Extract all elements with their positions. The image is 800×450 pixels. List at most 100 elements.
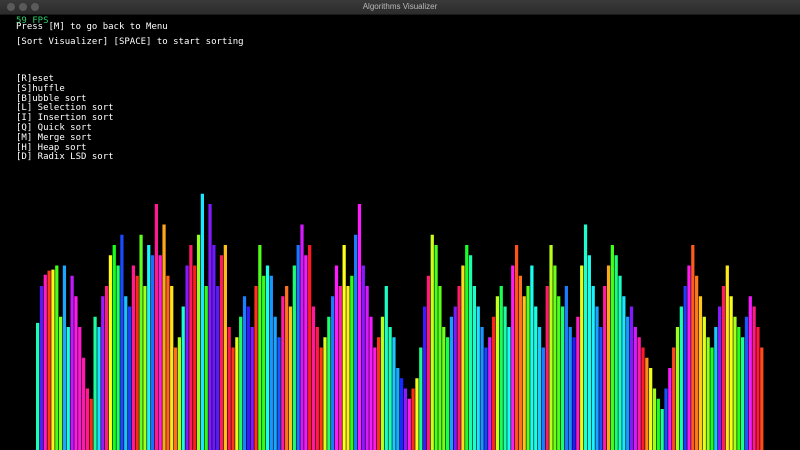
array-bar [457, 286, 461, 450]
array-bar [756, 327, 760, 450]
array-bar [380, 316, 385, 450]
array-bar [273, 316, 277, 450]
array-bar [216, 286, 220, 450]
array-bar [258, 245, 262, 450]
array-bar [354, 234, 358, 450]
array-bar [235, 337, 239, 450]
array-bar [285, 286, 289, 450]
array-bar [342, 245, 346, 450]
array-bar [656, 398, 660, 450]
array-bar [200, 193, 204, 450]
array-bar [323, 337, 327, 450]
array-bar [277, 337, 281, 450]
array-bar [296, 245, 300, 450]
array-bar [262, 275, 266, 450]
array-bar [39, 286, 44, 450]
array-bar [147, 245, 151, 450]
array-bar [242, 296, 247, 450]
array-bar [718, 306, 722, 450]
array-bar [407, 398, 411, 450]
array-bar [476, 306, 480, 450]
array-bar [377, 337, 381, 450]
array-bar [557, 296, 561, 450]
array-bar [227, 327, 231, 450]
array-bar [127, 306, 132, 450]
array-bar [591, 286, 595, 450]
array-bar [403, 388, 408, 450]
array-bar [683, 286, 687, 450]
array-bar [687, 265, 691, 450]
array-bar [246, 306, 250, 450]
array-bar [51, 269, 55, 450]
array-bar [36, 322, 40, 450]
array-bar [522, 296, 526, 450]
array-bar [411, 388, 415, 450]
array-bar [89, 398, 93, 450]
shortcut-list: [R]eset [S]huffle [B]ubble sort [L] Sele… [16, 74, 114, 163]
array-bar [748, 296, 752, 450]
array-bar [610, 245, 614, 450]
array-bar [311, 306, 316, 450]
array-bar [66, 327, 70, 450]
array-bar [760, 347, 764, 450]
array-bar [361, 265, 365, 450]
array-bar [388, 327, 392, 450]
visualizer-canvas: 59 FPS Press [M] to go back to Menu [Sor… [0, 15, 800, 450]
array-bar [150, 255, 155, 450]
array-bar [239, 316, 243, 450]
array-bar [518, 275, 523, 450]
array-bar [55, 265, 59, 450]
array-bar [196, 234, 201, 450]
array-bar [721, 286, 726, 450]
array-bar [315, 327, 319, 450]
array-bar [507, 327, 511, 450]
array-bar [369, 316, 373, 450]
array-bar [116, 265, 120, 450]
array-bar [124, 296, 128, 450]
array-bar [725, 265, 729, 450]
array-bar [212, 245, 216, 450]
array-bar [442, 327, 446, 450]
array-bar [503, 306, 507, 450]
array-bar [461, 265, 465, 450]
array-bar [495, 296, 500, 450]
array-bar [438, 286, 442, 450]
array-bar [392, 337, 396, 450]
array-bar [219, 255, 224, 450]
array-bar [265, 265, 270, 450]
array-bar [633, 327, 637, 450]
array-bar [300, 224, 304, 450]
array-bar [365, 286, 369, 450]
array-bar [472, 286, 477, 450]
array-bar [595, 306, 599, 450]
array-bar [185, 265, 189, 450]
sort-hint-text: [Sort Visualizer] [SPACE] to start sorti… [16, 37, 244, 47]
array-bar [338, 286, 342, 450]
array-bar [488, 337, 492, 450]
array-bar [534, 306, 538, 450]
array-bar [131, 265, 136, 450]
array-bar [698, 296, 703, 450]
array-bar [108, 255, 113, 450]
array-bar [62, 265, 67, 450]
array-bar [695, 275, 699, 450]
title-bar: Algorithms Visualizer [0, 0, 800, 15]
array-bar [714, 327, 718, 450]
array-bar [166, 275, 170, 450]
array-bar [583, 224, 588, 450]
array-bar [564, 286, 568, 450]
array-bar [85, 388, 90, 450]
array-bar [223, 245, 227, 450]
array-bar [453, 306, 457, 450]
array-bar [710, 347, 714, 450]
array-bar [537, 327, 542, 450]
array-bar [135, 275, 139, 450]
array-bar [484, 347, 488, 450]
array-bar [422, 306, 427, 450]
array-bar [177, 337, 181, 450]
array-bar [204, 286, 208, 450]
array-bar [702, 316, 706, 450]
array-bar [618, 275, 622, 450]
array-bar [254, 286, 258, 450]
array-bar [93, 316, 97, 450]
